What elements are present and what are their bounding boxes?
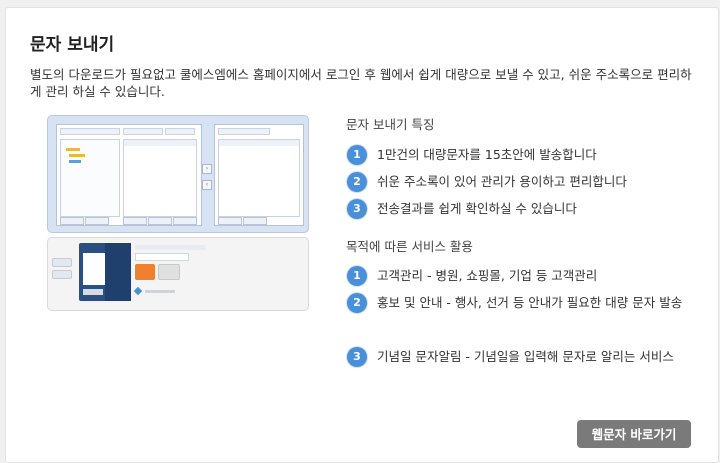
address-group-header — [60, 128, 120, 135]
address-search-box — [123, 128, 163, 135]
service-text: 홍보 및 안내 - 행사, 선거 등 안내가 필요한 대량 문자 발송 — [377, 295, 683, 310]
feature-text: 전송결과를 쉽게 확인하실 수 있습니다 — [377, 201, 577, 216]
features-title: 문자 보내기 특징 — [346, 117, 435, 132]
service-text: 고객관리 - 병원, 쇼핑몰, 기업 등 고객관리 — [377, 268, 598, 283]
page-description: 별도의 다운로드가 필요없고 쿨에스엠에스 홈페이지에서 로그인 후 웹에서 쉽… — [30, 67, 692, 99]
address-list-window — [56, 124, 202, 226]
feature-item-1: 1 1만건의 대량문자를 15초안에 발송합니다 — [347, 145, 692, 167]
service-item-2: 2 홍보 및 안내 - 행사, 선거 등 안내가 필요한 대량 문자 발송 — [347, 293, 687, 315]
service-item-3: 3 기념일 문자알림 - 기념일을 입력해 문자로 알리는 서비스 — [347, 347, 687, 369]
services-title: 목적에 따른 서비스 활용 — [346, 239, 473, 254]
number-badge: 2 — [347, 172, 367, 192]
feature-item-2: 2 쉬운 주소록이 있어 관리가 용이하고 편리합니다 — [347, 172, 692, 194]
service-text: 기념일 문자알림 - 기념일을 입력해 문자로 알리는 서비스 — [377, 349, 674, 364]
move-left-icon: ‹ — [202, 180, 212, 190]
sender-number-field — [135, 245, 205, 250]
page-title: 문자 보내기 — [30, 35, 115, 55]
address-book-screenshot: › ‹ — [47, 115, 309, 233]
feature-text: 1만건의 대량문자를 15초안에 발송합니다 — [377, 147, 597, 162]
number-badge: 3 — [347, 199, 367, 219]
receiver-number-field — [135, 253, 189, 261]
feature-item-3: 3 전송결과를 쉽게 확인하실 수 있습니다 — [347, 199, 692, 221]
number-badge: 1 — [347, 145, 367, 165]
address-search-button — [165, 128, 195, 135]
move-right-icon: › — [202, 164, 212, 174]
send-button-preview — [135, 264, 155, 280]
service-item-1: 1 고객관리 - 병원, 쇼핑몰, 기업 등 고객관리 — [347, 266, 692, 288]
feature-text: 쉬운 주소록이 있어 관리가 용이하고 편리합니다 — [377, 174, 627, 189]
phone-preview-side — [105, 243, 131, 301]
web-sms-shortcut-button[interactable]: 웹문자 바로가기 — [577, 420, 691, 448]
address-contact-list — [123, 139, 197, 217]
number-badge: 3 — [347, 347, 367, 367]
reserve-tab — [52, 270, 72, 279]
send-tab — [52, 258, 72, 267]
address-group-tree — [60, 139, 120, 217]
number-badge: 1 — [347, 266, 367, 286]
number-badge: 2 — [347, 293, 367, 313]
recipient-list-window — [214, 124, 304, 226]
reserve-button-preview — [158, 264, 180, 280]
